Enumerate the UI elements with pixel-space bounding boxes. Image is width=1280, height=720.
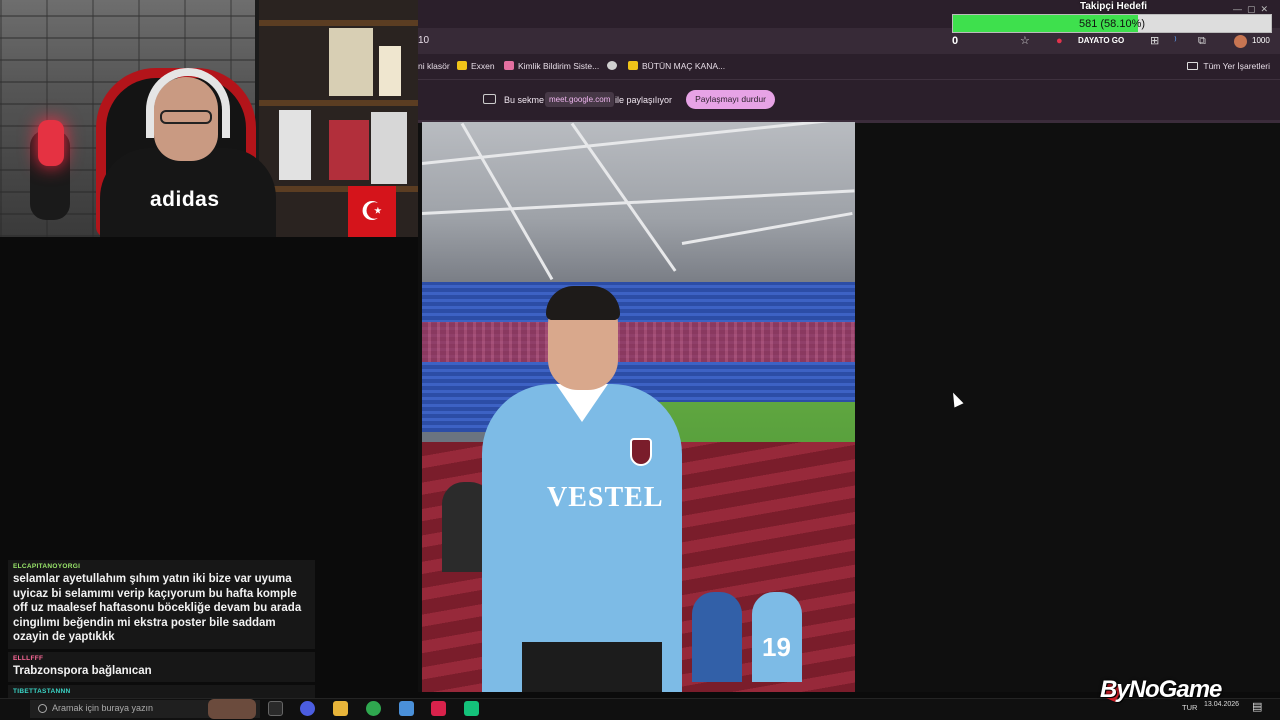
badge-count: 1000	[1252, 36, 1270, 45]
bookmark-mac-kanal[interactable]: BÜTÜN MAÇ KANA...	[628, 61, 725, 71]
stop-sharing-button[interactable]: Paylaşmayı durdur	[686, 90, 775, 109]
notification-icon[interactable]: ▤	[1252, 700, 1262, 713]
bookmark-folder[interactable]: ni klasör	[418, 61, 450, 71]
red-stands	[422, 322, 855, 362]
file-explorer-icon[interactable]	[333, 701, 348, 716]
app-icon[interactable]	[399, 701, 414, 716]
bookmark-label: BÜTÜN MAÇ KANA...	[642, 61, 726, 71]
webcam-feed: adidas ☪	[0, 0, 418, 237]
task-view-icon[interactable]	[268, 701, 283, 716]
address-text[interactable]: 10	[418, 35, 429, 46]
globe-icon	[607, 61, 617, 70]
taskbar-search-placeholder: Aramak için buraya yazın	[52, 703, 154, 713]
shared-photo: 19 VESTEL	[422, 122, 855, 692]
bookmark-label: Kimlik Bildirim Siste...	[518, 61, 600, 71]
chat-username: ELCAPITANOYORGI	[13, 563, 81, 570]
extension-red-icon[interactable]: ●	[1056, 36, 1063, 47]
watermark: ByNoGame	[1100, 676, 1222, 703]
bookmark-kimlik[interactable]: Kimlik Bildirim Siste...	[504, 61, 599, 71]
extension-dayato-label[interactable]: DAYATO GO	[1078, 36, 1124, 45]
all-bookmarks-label: Tüm Yer İşaretleri	[1203, 61, 1270, 71]
search-icon	[38, 704, 47, 713]
follower-goal-text: 581 (58.10%)	[1078, 18, 1146, 30]
obs-icon[interactable]	[431, 701, 446, 716]
follower-goal-title: Takipçi Hedefi	[1080, 1, 1148, 12]
app-icon[interactable]	[464, 701, 479, 716]
extensions-icon[interactable]: ⧉	[1198, 36, 1206, 47]
mic-light	[38, 120, 64, 166]
share-text-before: Bu sekme	[504, 95, 545, 105]
jp-icon	[628, 61, 638, 70]
bookmark-exxen[interactable]: Exxen	[457, 61, 495, 71]
chat-username: TIBETTASTANNN	[13, 688, 71, 695]
profile-avatar[interactable]	[1234, 35, 1247, 48]
follower-goal-bar: 581 (58.10%)	[952, 14, 1272, 33]
chat-message: ELLLFFF Trabzonspora bağlanıcan	[8, 651, 315, 682]
chat-overlay: ELCAPITANOYORGI selamlar ayetullahım şıh…	[8, 560, 315, 719]
bookmark-star-icon[interactable]: ☆	[1020, 36, 1030, 47]
exxen-icon	[457, 61, 467, 70]
kimlik-icon	[504, 61, 514, 70]
jersey-number: 19	[762, 632, 791, 662]
chat-username: ELLLFFF	[13, 654, 44, 662]
screen-share-icon	[483, 94, 496, 104]
share-domain-chip: meet.google.com	[545, 92, 615, 107]
glasses	[160, 110, 212, 124]
shirt-logo-text: adidas	[150, 188, 220, 211]
bookmark-label: ni klasör	[418, 61, 450, 71]
fan-hair	[546, 286, 620, 320]
app-icon[interactable]	[300, 701, 315, 716]
share-text-after: ile paylaşılıyor	[615, 95, 673, 105]
club-crest-icon	[630, 438, 652, 466]
chrome-icon[interactable]	[366, 701, 381, 716]
sponsor-text: VESTEL	[547, 482, 664, 513]
bookmark-label: Exxen	[471, 61, 495, 71]
language-indicator[interactable]: TUR	[1182, 703, 1197, 712]
extension-wifi-icon[interactable]: ⁾	[1174, 36, 1177, 47]
bookmark-web[interactable]	[607, 61, 621, 71]
stadium-roof	[422, 122, 855, 282]
screen: adidas ☪ 10 ☆ ● DAYATO GO ⊞ ⁾ ⧉ 1000 — ▢…	[0, 0, 1280, 720]
chat-message: ELCAPITANOYORGI selamlar ayetullahım şıh…	[8, 560, 315, 649]
extension-puzzle-icon[interactable]: ⊞	[1150, 36, 1159, 47]
follower-goal-count: 0	[952, 35, 959, 47]
chat-text: selamlar ayetullahım şıhım yatın iki biz…	[13, 573, 302, 643]
chat-text: Trabzonspora bağlanıcan	[13, 664, 152, 677]
fan-pants	[522, 642, 662, 692]
taskbar-thumbnail[interactable]	[208, 699, 256, 719]
all-bookmarks[interactable]: Tüm Yer İşaretleri	[1187, 61, 1270, 71]
folder-icon	[1187, 62, 1199, 70]
turkish-flag-icon: ☪	[348, 186, 396, 237]
